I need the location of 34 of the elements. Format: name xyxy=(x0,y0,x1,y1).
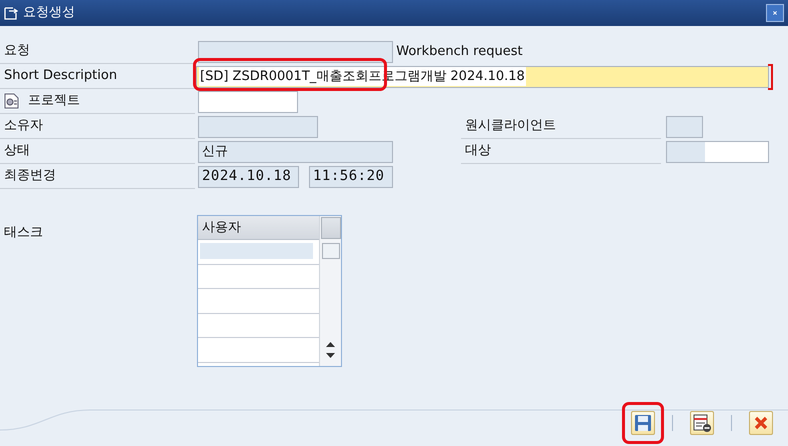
input-field[interactable] xyxy=(666,140,769,162)
table-row[interactable] xyxy=(198,240,319,265)
request-type-text: Workbench request xyxy=(396,42,523,61)
input-field[interactable]: 2024.10.18 xyxy=(198,166,299,188)
field-label: 최종변경 xyxy=(0,164,195,189)
scroll-up-icon[interactable] xyxy=(326,342,335,347)
input-field[interactable] xyxy=(198,90,298,112)
window-title: 요청생성 xyxy=(23,4,75,22)
field-label: 원시클라이언트 xyxy=(461,114,661,139)
column-header: 사용자 xyxy=(198,216,319,240)
document-delete-icon xyxy=(693,414,711,432)
highlight-frame xyxy=(622,402,664,444)
scroll-thumb[interactable] xyxy=(322,243,340,259)
field-label: 요청 xyxy=(0,39,195,64)
input-field[interactable] xyxy=(198,116,318,138)
close-icon xyxy=(773,8,777,18)
input-field[interactable]: 11:56:20 xyxy=(309,166,393,188)
close-button[interactable] xyxy=(766,4,784,22)
input-field[interactable]: 신규 xyxy=(198,140,393,162)
project-icon xyxy=(4,93,20,109)
field-label: Short Description xyxy=(0,64,195,89)
field-label: 소유자 xyxy=(0,114,195,139)
save-button[interactable] xyxy=(631,411,655,435)
field-label: 상태 xyxy=(0,139,195,164)
scroll-down-icon[interactable] xyxy=(326,353,335,358)
field-label: 태스크 xyxy=(3,224,44,242)
field-label: 프로젝트 xyxy=(28,92,80,110)
cancel-icon xyxy=(753,415,769,431)
input-field[interactable] xyxy=(666,116,703,138)
column-settings-button[interactable] xyxy=(320,217,340,239)
cancel-button[interactable] xyxy=(749,411,773,435)
delete-button[interactable] xyxy=(690,411,714,435)
window-icon xyxy=(4,6,18,20)
field-label: 대상 xyxy=(461,139,661,164)
